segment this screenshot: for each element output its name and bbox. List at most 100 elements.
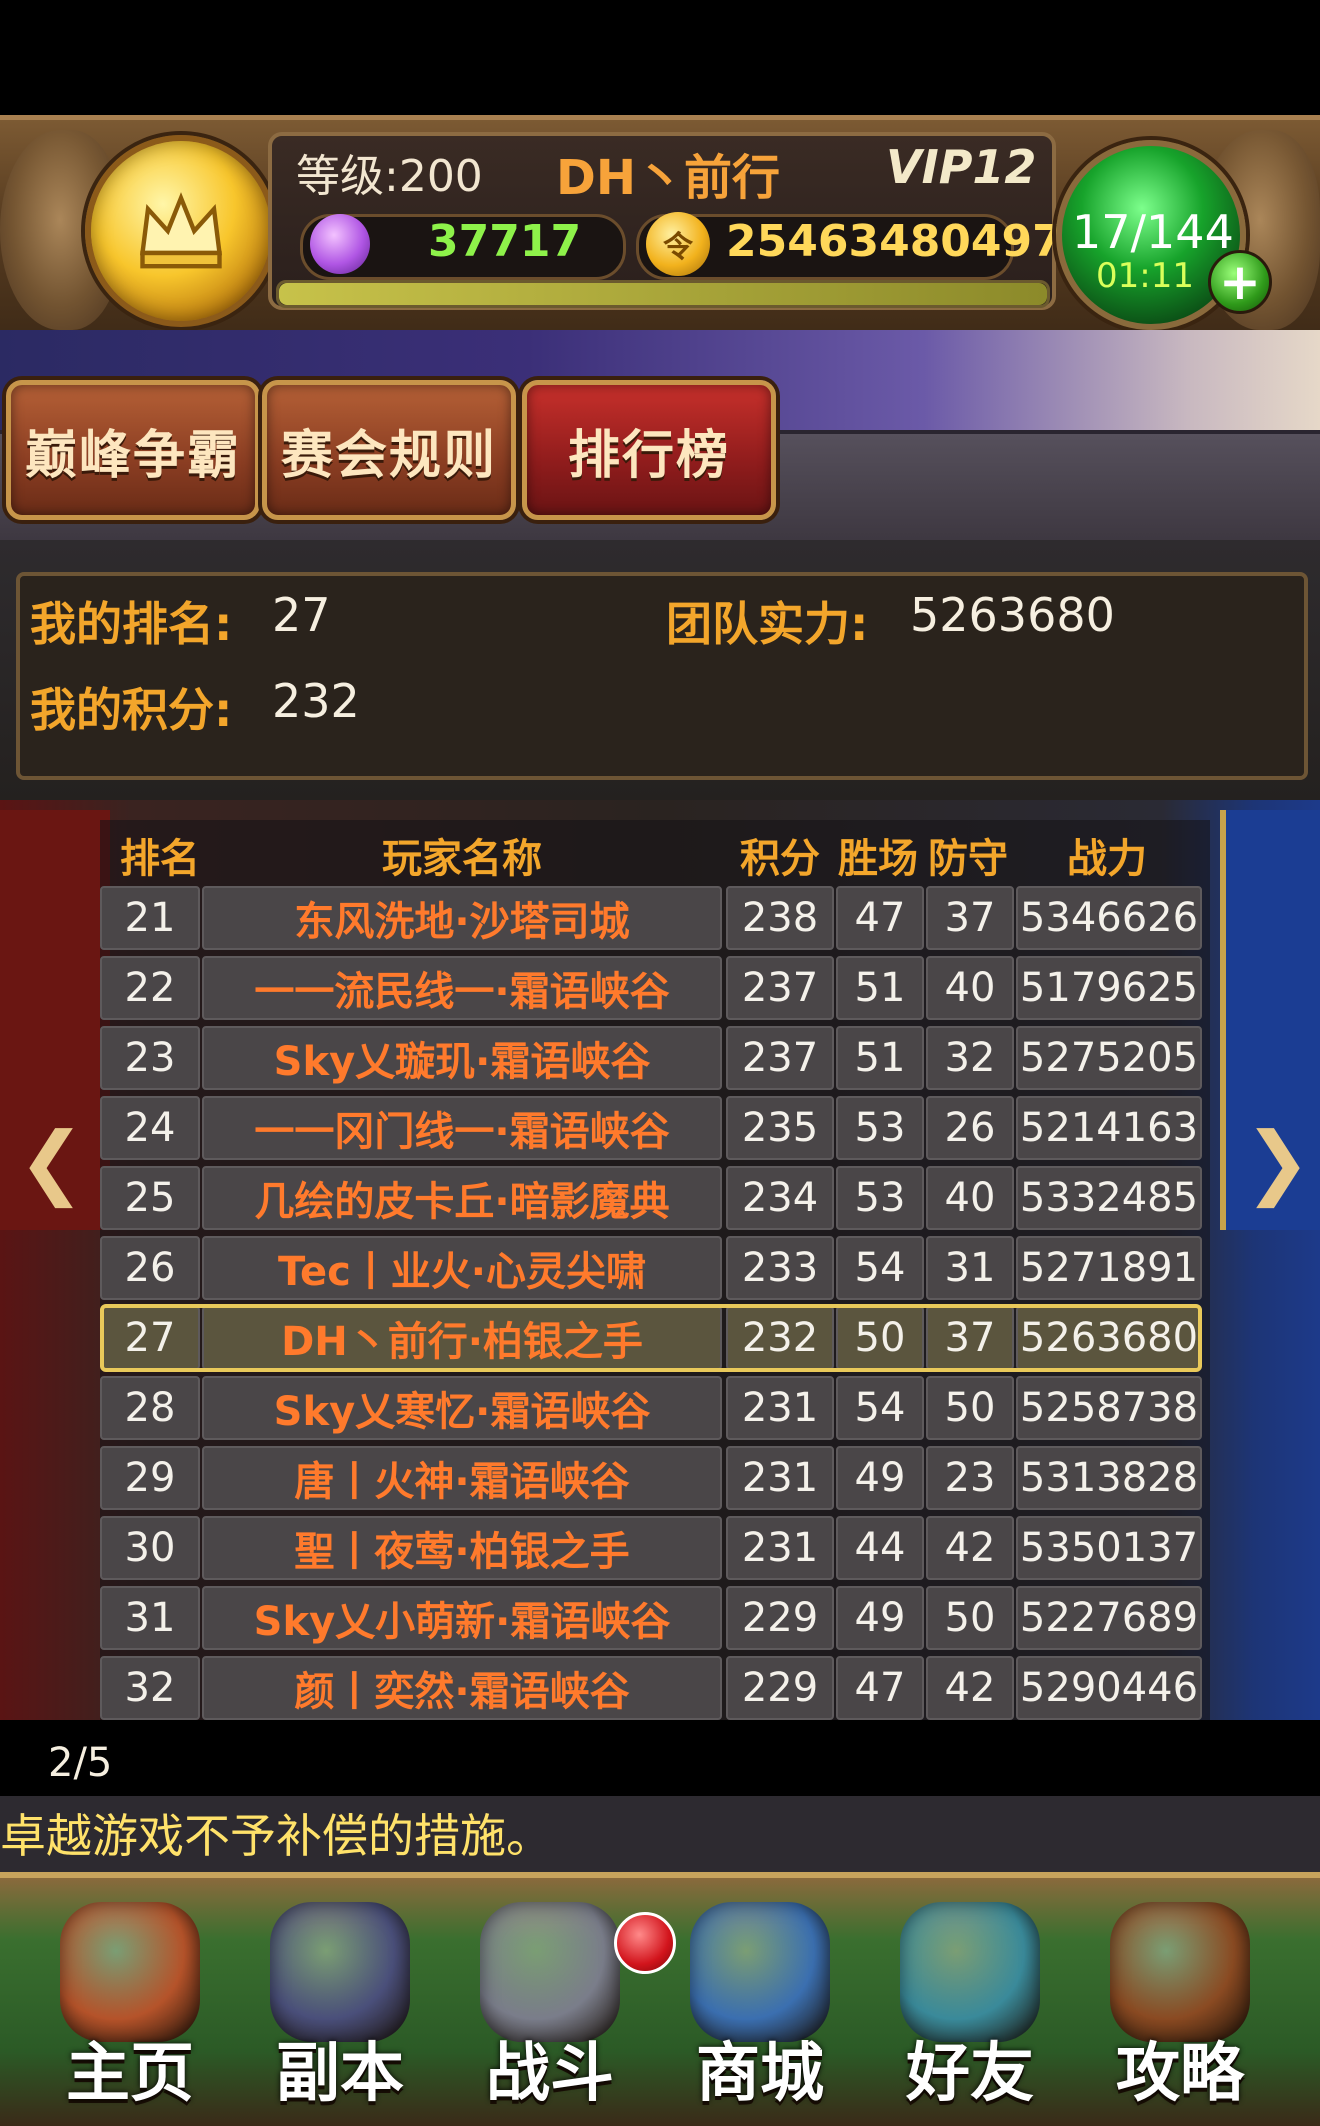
- cell-score: 238: [726, 886, 834, 950]
- cell-defense: 26: [926, 1096, 1014, 1160]
- player-avatar-crown-icon[interactable]: [85, 135, 277, 327]
- cell-score: 231: [726, 1376, 834, 1440]
- cell-rank: 31: [100, 1586, 200, 1650]
- nav-label: 商城: [696, 2037, 824, 2111]
- energy-timer: 01:11: [1096, 256, 1194, 296]
- table-row[interactable]: 24 一一冈门线一·霜语峡谷 235 53 26 5214163: [0, 1096, 1202, 1160]
- team-power-label: 团队实力:: [666, 597, 869, 651]
- page-indicator: 2/5: [48, 1740, 113, 1786]
- header-defense: 防守: [928, 836, 1008, 882]
- skull-icon: [270, 1902, 410, 2042]
- nav-button-0[interactable]: 主页: [30, 1892, 230, 2112]
- gem-icon: [310, 214, 370, 274]
- nav-label: 攻略: [1116, 2037, 1244, 2111]
- cell-power: 5258738: [1016, 1376, 1202, 1440]
- table-row[interactable]: 29 唐丨火神·霜语峡谷 231 49 23 5313828: [0, 1446, 1202, 1510]
- cell-rank: 28: [100, 1376, 200, 1440]
- add-energy-button[interactable]: +: [1208, 250, 1272, 314]
- table-row[interactable]: 21 东风洗地·沙塔司城 238 47 37 5346626: [0, 886, 1202, 950]
- gold-coin-icon: 令: [646, 212, 710, 276]
- my-rank-label: 我的排名:: [30, 597, 233, 651]
- plus-icon: +: [1219, 253, 1261, 311]
- table-row[interactable]: 22 一一流民线一·霜语峡谷 237 51 40 5179625: [0, 956, 1202, 1020]
- cell-power: 5332485: [1016, 1166, 1202, 1230]
- tab-peak-battle[interactable]: 巅峰争霸: [6, 380, 260, 520]
- header-score: 积分: [740, 836, 820, 882]
- nav-button-4[interactable]: 好友: [870, 1892, 1070, 2112]
- cell-power: 5313828: [1016, 1446, 1202, 1510]
- sword-icon: [480, 1902, 620, 2042]
- cell-defense: 42: [926, 1516, 1014, 1580]
- cell-name: 一一流民线一·霜语峡谷: [202, 956, 722, 1020]
- my-table-row[interactable]: 27 DH丶前行·柏银之手 232 50 37 5263680: [0, 1304, 1202, 1372]
- cell-defense: 50: [926, 1586, 1014, 1650]
- monster-shop-icon: [690, 1902, 830, 2042]
- cell-power: 5271891: [1016, 1236, 1202, 1300]
- cell-defense: 32: [926, 1026, 1014, 1090]
- experience-bar: [276, 280, 1050, 308]
- cell-defense: 42: [926, 1656, 1014, 1720]
- home-icon: [60, 1902, 200, 2042]
- energy-value: 17/144: [1072, 205, 1234, 259]
- cell-wins: 49: [836, 1586, 924, 1650]
- table-row[interactable]: 31 Sky乂小萌新·霜语峡谷 229 49 50 5227689: [0, 1586, 1202, 1650]
- cell-rank: 24: [100, 1096, 200, 1160]
- cell-score: 234: [726, 1166, 834, 1230]
- tab-leaderboard[interactable]: 排行榜: [522, 380, 776, 520]
- cell-defense: 37: [926, 886, 1014, 950]
- nav-button-3[interactable]: 商城: [660, 1892, 860, 2112]
- table-row[interactable]: 25 几绘的皮卡丘·暗影魔典 234 53 40 5332485: [0, 1166, 1202, 1230]
- table-row[interactable]: 28 Sky乂寒忆·霜语峡谷 231 54 50 5258738: [0, 1376, 1202, 1440]
- cell-name: 几绘的皮卡丘·暗影魔典: [202, 1166, 722, 1230]
- cell-defense: 40: [926, 1166, 1014, 1230]
- cell-power: 5275205: [1016, 1026, 1202, 1090]
- cell-rank: 21: [100, 886, 200, 950]
- cell-score: 229: [726, 1586, 834, 1650]
- tab-rules[interactable]: 赛会规则: [262, 380, 516, 520]
- header-power: 战力: [1067, 836, 1147, 882]
- cell-name: 唐丨火神·霜语峡谷: [202, 1446, 722, 1510]
- cell-wins: 49: [836, 1446, 924, 1510]
- nav-label: 战斗: [486, 2037, 614, 2111]
- cell-defense: 40: [926, 956, 1014, 1020]
- experience-fill: [279, 283, 1047, 305]
- cell-wins: 51: [836, 956, 924, 1020]
- cell-name: Sky乂寒忆·霜语峡谷: [202, 1376, 722, 1440]
- cell-wins: 54: [836, 1236, 924, 1300]
- my-score-label: 我的积分:: [30, 683, 233, 737]
- notification-dot: [614, 1912, 676, 1974]
- cell-score: 231: [726, 1446, 834, 1510]
- cell-wins: 44: [836, 1516, 924, 1580]
- table-row[interactable]: 23 Sky乂璇玑·霜语峡谷 237 51 32 5275205: [0, 1026, 1202, 1090]
- cell-score: 233: [726, 1236, 834, 1300]
- next-page-arrow-icon[interactable]: ❯: [1244, 1115, 1311, 1208]
- table-row[interactable]: 30 聖丨夜莺·柏银之手 231 44 42 5350137: [0, 1516, 1202, 1580]
- cell-power: 5350137: [1016, 1516, 1202, 1580]
- cell-rank: 23: [100, 1026, 200, 1090]
- cell-rank: 22: [100, 956, 200, 1020]
- prev-page-arrow-icon[interactable]: ❮: [18, 1115, 85, 1208]
- nav-button-1[interactable]: 副本: [240, 1892, 440, 2112]
- vip-badge[interactable]: VIP12: [886, 140, 1036, 194]
- cell-score: 229: [726, 1656, 834, 1720]
- cell-rank: 26: [100, 1236, 200, 1300]
- table-row[interactable]: 26 Tec丨业火·心灵尖啸 233 54 31 5271891: [0, 1236, 1202, 1300]
- cell-name: 聖丨夜莺·柏银之手: [202, 1516, 722, 1580]
- cell-name: 一一冈门线一·霜语峡谷: [202, 1096, 722, 1160]
- nav-label: 好友: [906, 2037, 1034, 2111]
- cell-defense: 50: [926, 1376, 1014, 1440]
- cell-rank: 25: [100, 1166, 200, 1230]
- header-rank: 排名: [120, 836, 200, 882]
- my-row-highlight: [100, 1304, 1202, 1372]
- nav-label: 主页: [66, 2037, 194, 2111]
- cell-defense: 31: [926, 1236, 1014, 1300]
- nav-button-5[interactable]: 攻略: [1080, 1892, 1280, 2112]
- cell-wins: 47: [836, 886, 924, 950]
- crown-icon: [140, 192, 222, 269]
- table-row[interactable]: 32 颜丨奕然·霜语峡谷 229 47 42 5290446: [0, 1656, 1202, 1720]
- cell-name: 颜丨奕然·霜语峡谷: [202, 1656, 722, 1720]
- cell-defense: 23: [926, 1446, 1014, 1510]
- my-score-value: 232: [272, 674, 360, 728]
- gold-value: 25463480497: [726, 216, 1063, 267]
- my-rank-value: 27: [272, 588, 331, 642]
